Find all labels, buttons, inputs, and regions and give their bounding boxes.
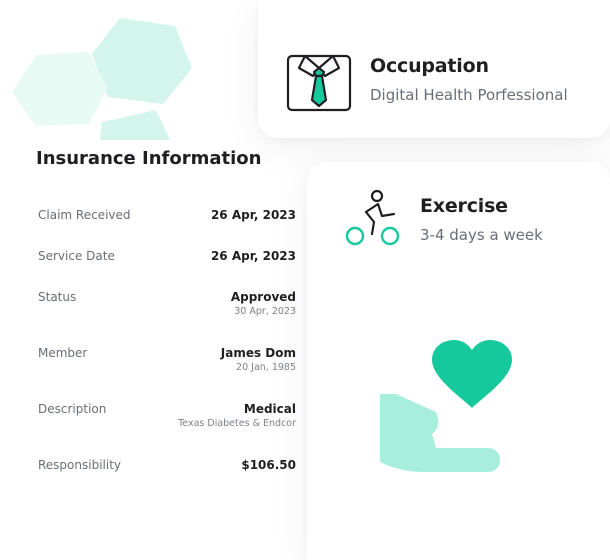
- row-value: Medical: [243, 402, 296, 416]
- decorative-hexagons: [12, 18, 192, 140]
- hand-shape: [380, 394, 500, 472]
- exercise-title: Exercise: [420, 195, 508, 217]
- hexagon-shape: [92, 18, 192, 104]
- row-value: 26 Apr, 2023: [210, 208, 296, 222]
- cyclist-icon: [345, 189, 400, 246]
- occupation-subtitle: Digital Health Porfessional: [370, 86, 568, 104]
- row-label: Claim Received: [38, 208, 131, 222]
- occupation-title: Occupation: [370, 55, 489, 77]
- row-value: Approved: [230, 290, 296, 304]
- row-label: Responsibility: [38, 458, 122, 472]
- row-label: Status: [38, 290, 77, 304]
- row-label: Service Date: [38, 249, 115, 263]
- row-subvalue: Texas Diabetes & Endcor: [178, 418, 296, 429]
- row-subvalue: 30 Apr, 2023: [234, 306, 296, 317]
- shirt-and-tie-icon: [286, 54, 352, 112]
- exercise-subtitle: 3-4 days a week: [420, 226, 543, 244]
- hexagon-shape: [12, 52, 108, 126]
- insurance-title: Insurance Information: [36, 148, 262, 169]
- hexagon-shape: [100, 110, 170, 140]
- row-subvalue: 20 Jan, 1985: [236, 362, 296, 373]
- row-value: 26 Apr, 2023: [210, 249, 296, 263]
- row-value: $106.50: [241, 458, 296, 472]
- row-label: Description: [38, 402, 107, 416]
- row-label: Member: [38, 346, 88, 360]
- heart-shape: [432, 340, 512, 408]
- row-value: James Dom: [220, 346, 296, 360]
- heart-in-hand-icon: [380, 340, 512, 472]
